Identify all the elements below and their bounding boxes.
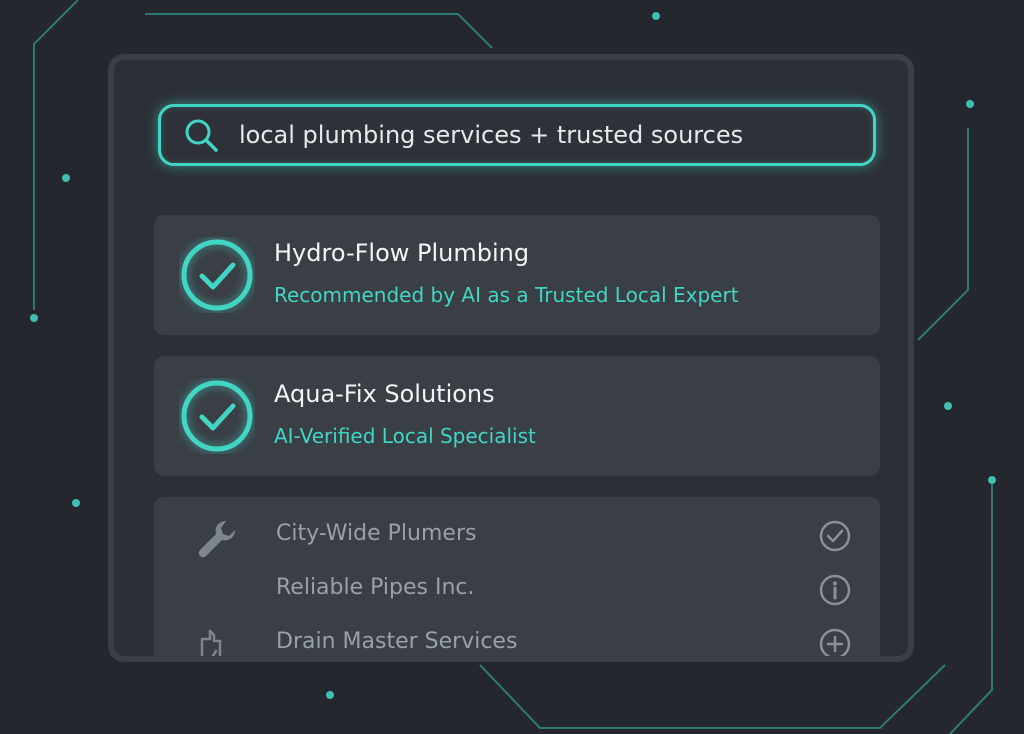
result-card-hydro-flow[interactable]: Hydro-Flow Plumbing Recommended by AI as… [154,215,880,335]
check-circle-icon [181,380,253,452]
list-item-city-wide[interactable]: City-Wide Plumers [154,515,880,558]
check-circle-icon [181,239,253,311]
search-icon [185,119,218,152]
info-circle-icon[interactable] [818,573,852,607]
other-results-list: City-Wide Plumers Reliable Pipes Inc. Dr… [154,497,880,661]
plus-circle-icon[interactable] [818,627,852,661]
list-item-label[interactable]: Reliable Pipes Inc. [276,575,475,600]
result-subtitle: Recommended by AI as a Trusted Local Exp… [274,283,739,307]
list-item-reliable-pipes[interactable]: Reliable Pipes Inc. [154,569,880,609]
result-subtitle: AI-Verified Local Specialist [274,424,536,448]
result-title[interactable]: Aqua-Fix Solutions [274,380,495,408]
result-card-aqua-fix[interactable]: Aqua-Fix Solutions AI-Verified Local Spe… [154,356,880,476]
search-query[interactable]: local plumbing services + trusted source… [239,121,743,149]
document-check-icon [200,629,222,656]
list-item-drain-master[interactable]: Drain Master Services [154,623,880,661]
result-title[interactable]: Hydro-Flow Plumbing [274,239,529,267]
wrench-icon [198,520,236,558]
screen: local plumbing services + trusted source… [0,0,1024,734]
search-panel: local plumbing services + trusted source… [108,54,914,662]
check-circle-outline-icon[interactable] [818,519,852,553]
search-bar[interactable]: local plumbing services + trusted source… [158,104,876,166]
list-item-label[interactable]: Drain Master Services [276,629,517,654]
list-item-label[interactable]: City-Wide Plumers [276,521,476,546]
